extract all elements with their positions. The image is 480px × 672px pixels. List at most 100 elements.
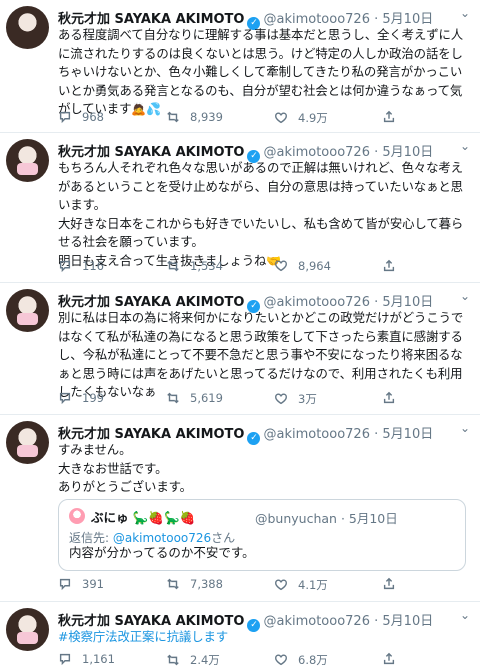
hashtag-link[interactable]: #検察庁法改正案に抗議します xyxy=(58,629,228,644)
display-name[interactable]: 秋元才加 SAYAKA AKIMOTO xyxy=(58,427,244,442)
reply-button[interactable]: 116 xyxy=(58,259,104,273)
tweet-2[interactable]: 秋元才加 SAYAKA AKIMOTO ✓ @akimotooo726 · 5月10… xyxy=(0,133,480,283)
like-button[interactable]: 6.8万 xyxy=(274,652,328,668)
reply-button[interactable]: 1,161 xyxy=(58,652,115,666)
like-count: 4.9万 xyxy=(298,111,328,125)
tweet-text: もちろん人それぞれ色々な思いがあるので正解は無いけれど、色々な考えがあるというこ… xyxy=(58,159,470,270)
tweet-5[interactable]: 秋元才加 SAYAKA AKIMOTO ✓ @akimotooo726 · 5月10… xyxy=(0,602,480,672)
tweet-4[interactable]: 秋元才加 SAYAKA AKIMOTO ✓ @akimotooo726 · 5月10… xyxy=(0,415,480,602)
share-button[interactable] xyxy=(382,110,396,124)
retweet-button[interactable]: 1,534 xyxy=(166,259,223,273)
chevron-down-icon[interactable]: ⌄ xyxy=(460,139,470,153)
tweet-date[interactable]: 5月10日 xyxy=(382,427,433,442)
retweet-icon xyxy=(166,391,180,405)
tweet-date[interactable]: 5月10日 xyxy=(382,614,433,629)
tweet-actions: 968 8,939 4.9万 xyxy=(58,110,470,128)
chevron-down-icon[interactable]: ⌄ xyxy=(460,421,470,435)
tweet-actions: 1,161 2.4万 6.8万 xyxy=(58,652,470,670)
retweet-icon xyxy=(166,653,180,667)
share-button[interactable] xyxy=(382,652,396,666)
reply-button[interactable]: 199 xyxy=(58,391,104,405)
reply-count: 391 xyxy=(82,577,104,591)
separator-dot: · xyxy=(374,614,379,629)
retweet-button[interactable]: 7,388 xyxy=(166,577,223,591)
like-count: 3万 xyxy=(298,392,317,406)
separator-dot: · xyxy=(374,12,379,27)
share-button[interactable] xyxy=(382,577,396,591)
retweet-button[interactable]: 8,939 xyxy=(166,110,223,124)
quoted-tweet[interactable]: ぶにゅ 🦕🍓🦕🍓 @bunyuchan · 5月10日 返信先: @akimot… xyxy=(58,499,466,571)
retweet-button[interactable]: 2.4万 xyxy=(166,652,220,668)
retweet-count: 1,534 xyxy=(190,259,223,273)
avatar[interactable] xyxy=(6,608,49,651)
retweet-button[interactable]: 5,619 xyxy=(166,391,223,405)
avatar[interactable] xyxy=(6,421,49,464)
reply-icon xyxy=(58,259,72,273)
display-name[interactable]: 秋元才加 SAYAKA AKIMOTO xyxy=(58,295,244,310)
tweet-1[interactable]: 秋元才加 SAYAKA AKIMOTO ✓ @akimotooo726 · 5月10… xyxy=(0,0,480,133)
quoted-display-name: ぶにゅ 🦕🍓🦕🍓 xyxy=(91,510,196,525)
reply-count: 968 xyxy=(82,110,104,124)
retweet-icon xyxy=(166,110,180,124)
like-icon xyxy=(274,392,288,406)
chevron-down-icon[interactable]: ⌄ xyxy=(460,608,470,622)
chevron-down-icon[interactable]: ⌄ xyxy=(460,289,470,303)
reply-to-mention[interactable]: @akimotooo726 xyxy=(113,531,211,545)
reply-to-prefix: 返信先: xyxy=(69,531,113,545)
tweet-date[interactable]: 5月10日 xyxy=(382,295,433,310)
reply-icon xyxy=(58,652,72,666)
tweet-actions: 199 5,619 3万 xyxy=(58,391,470,409)
reply-count: 199 xyxy=(82,391,104,405)
display-name[interactable]: 秋元才加 SAYAKA AKIMOTO xyxy=(58,145,244,160)
like-count: 6.8万 xyxy=(298,653,328,667)
like-button[interactable]: 4.9万 xyxy=(274,110,328,126)
retweet-count: 5,619 xyxy=(190,391,223,405)
handle[interactable]: @akimotooo726 xyxy=(263,427,370,442)
tweet-text-content: ある程度調べて自分なりに理解する事は基本だと思うし、全く考えずに人に流されたりす… xyxy=(58,27,464,116)
tweet-text: ある程度調べて自分なりに理解する事は基本だと思うし、全く考えずに人に流されたりす… xyxy=(58,26,470,119)
retweet-count: 7,388 xyxy=(190,577,223,591)
handle[interactable]: @akimotooo726 xyxy=(263,12,370,27)
share-icon xyxy=(382,110,396,124)
like-icon xyxy=(274,259,288,273)
separator-dot: · xyxy=(374,295,379,310)
tweet-actions: 116 1,534 8,964 xyxy=(58,259,470,277)
reply-count: 1,161 xyxy=(82,652,115,666)
avatar[interactable] xyxy=(6,6,49,49)
handle[interactable]: @akimotooo726 xyxy=(263,614,370,629)
tweet-3[interactable]: 秋元才加 SAYAKA AKIMOTO ✓ @akimotooo726 · 5月10… xyxy=(0,283,480,415)
share-button[interactable] xyxy=(382,391,396,405)
tweet-date[interactable]: 5月10日 xyxy=(382,145,433,160)
avatar[interactable] xyxy=(6,289,49,332)
reply-button[interactable]: 391 xyxy=(58,577,104,591)
handle[interactable]: @akimotooo726 xyxy=(263,295,370,310)
share-icon xyxy=(382,391,396,405)
tweet-text: 別に私は日本の為に将来何かになりたいとかどこの政党だけがどうこうではなくて私が私… xyxy=(58,310,464,399)
chevron-down-icon[interactable]: ⌄ xyxy=(460,6,470,20)
display-name[interactable]: 秋元才加 SAYAKA AKIMOTO xyxy=(58,614,244,629)
avatar[interactable] xyxy=(6,139,49,182)
retweet-count: 8,939 xyxy=(190,110,223,124)
reply-button[interactable]: 968 xyxy=(58,110,104,124)
like-button[interactable]: 4.1万 xyxy=(274,577,328,593)
quoted-reply-to: 返信先: @akimotooo726さん xyxy=(69,529,235,546)
reply-to-suffix: さん xyxy=(211,531,236,545)
like-icon xyxy=(274,111,288,125)
share-icon xyxy=(382,259,396,273)
tweet-text: すみません。 大きなお世話です。 ありがとうございます。 xyxy=(58,442,192,494)
handle[interactable]: @akimotooo726 xyxy=(263,145,370,160)
like-button[interactable]: 3万 xyxy=(274,391,317,407)
reply-count: 116 xyxy=(82,259,104,273)
quoted-text: 内容が分かってるのか不安です。 xyxy=(69,545,255,560)
like-icon xyxy=(274,578,288,592)
tweet-text: #検察庁法改正案に抗議します xyxy=(58,628,470,647)
reply-icon xyxy=(58,391,72,405)
separator-dot: · xyxy=(374,427,379,442)
reply-icon xyxy=(58,110,72,124)
retweet-icon xyxy=(166,259,180,273)
tweet-date[interactable]: 5月10日 xyxy=(382,12,433,27)
share-button[interactable] xyxy=(382,259,396,273)
retweet-icon xyxy=(166,577,180,591)
like-button[interactable]: 8,964 xyxy=(274,259,331,273)
display-name[interactable]: 秋元才加 SAYAKA AKIMOTO xyxy=(58,12,244,27)
